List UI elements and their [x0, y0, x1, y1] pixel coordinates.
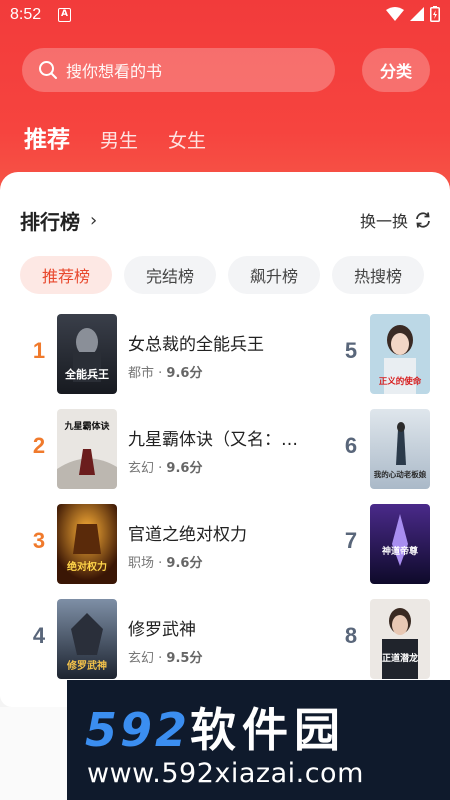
- book-cover[interactable]: 全能兵王: [57, 314, 117, 394]
- search-placeholder: 搜你想看的书: [66, 62, 163, 81]
- book-meta: 玄幻 · 9.6分: [128, 461, 203, 476]
- watermark-overlay: 592软件园 www.592xiazai.com: [67, 680, 450, 800]
- pill-finished[interactable]: 完结榜: [124, 256, 216, 294]
- book-title: 修罗武神: [128, 620, 196, 640]
- book-cover[interactable]: 我的心动老板娘: [370, 409, 430, 489]
- rank-number: 4: [32, 623, 46, 648]
- ranking-title[interactable]: 排行榜 ›: [20, 206, 97, 235]
- ranking-card: 排行榜 › 换一换 推荐榜 完结榜 飙升榜 热搜榜 1 全能兵王 女总裁的全能兵…: [0, 172, 450, 707]
- cover-title: 我的心动老板娘: [374, 469, 427, 479]
- top-tabs: 推荐 男生 女生: [24, 120, 236, 154]
- book-genre: 都市: [128, 366, 155, 381]
- book-row-1[interactable]: 1 全能兵王 女总裁的全能兵王 都市 · 9.6分 5 正义的使命: [0, 314, 450, 394]
- cover-title: 九星霸体诀: [63, 420, 110, 432]
- book-genre: 职场: [128, 556, 155, 571]
- status-bar: 8:52 A: [0, 0, 450, 30]
- rank-number: 6: [344, 433, 358, 458]
- book-cover[interactable]: 绝对权力: [57, 504, 117, 584]
- cover-title: 正义的使命: [379, 376, 422, 387]
- watermark-url: www.592xiazai.com: [87, 758, 364, 789]
- book-cover[interactable]: 神道帝尊: [370, 504, 430, 584]
- refresh-icon: [416, 212, 430, 228]
- pill-rising[interactable]: 飙升榜: [228, 256, 320, 294]
- battery-icon: [430, 6, 440, 22]
- book-score: 9.6分: [166, 556, 203, 571]
- book-title: 女总裁的全能兵王: [128, 335, 264, 355]
- book-genre: 玄幻: [128, 461, 155, 476]
- book-meta: 玄幻 · 9.5分: [128, 651, 203, 666]
- tab-male[interactable]: 男生: [100, 126, 138, 153]
- pill-recommend[interactable]: 推荐榜: [20, 256, 112, 294]
- search-icon: [39, 61, 57, 79]
- refresh-button[interactable]: 换一换: [360, 208, 432, 232]
- rank-number: 3: [32, 528, 46, 553]
- rank-number: 2: [32, 433, 46, 458]
- rank-number: 1: [32, 338, 46, 363]
- book-row-2[interactable]: 2 九星霸体诀 九星霸体诀（又名：… 玄幻 · 9.6分 6 我的心动老板娘: [0, 409, 450, 489]
- pill-hot-search[interactable]: 热搜榜: [332, 256, 424, 294]
- cover-title: 正道潜龙: [382, 652, 418, 664]
- book-score: 9.5分: [166, 651, 203, 666]
- book-meta: 都市 · 9.6分: [128, 366, 203, 381]
- status-time: 8:52: [10, 6, 42, 23]
- signal-icon: [410, 7, 424, 21]
- refresh-label: 换一换: [359, 212, 408, 231]
- book-score: 9.6分: [166, 461, 203, 476]
- wifi-icon: [386, 7, 404, 21]
- ranking-title-label: 排行榜: [20, 210, 80, 234]
- book-row-4[interactable]: 4 修罗武神 修罗武神 玄幻 · 9.5分 8 正道潜龙: [0, 599, 450, 679]
- cover-title: 全能兵王: [64, 367, 109, 381]
- book-row-3[interactable]: 3 绝对权力 官道之绝对权力 职场 · 9.6分 7 神道帝尊: [0, 504, 450, 584]
- chevron-right-icon: ›: [90, 210, 98, 231]
- book-cover[interactable]: 正义的使命: [370, 314, 430, 394]
- book-cover[interactable]: 九星霸体诀: [57, 409, 117, 489]
- category-button[interactable]: 分类: [362, 48, 430, 92]
- tab-female[interactable]: 女生: [168, 126, 206, 153]
- book-cover[interactable]: 正道潜龙: [370, 599, 430, 679]
- book-title: 九星霸体诀（又名：…: [128, 430, 298, 450]
- book-score: 9.6分: [166, 366, 203, 381]
- book-cover[interactable]: 修罗武神: [57, 599, 117, 679]
- notification-a-icon: A: [58, 8, 71, 22]
- rank-number: 5: [344, 338, 358, 363]
- watermark-logo: 592软件园: [85, 703, 347, 757]
- book-meta: 职场 · 9.6分: [128, 556, 203, 571]
- rank-number: 7: [344, 528, 358, 553]
- cover-title: 修罗武神: [66, 659, 107, 672]
- tab-recommend[interactable]: 推荐: [24, 120, 70, 154]
- book-title: 官道之绝对权力: [128, 525, 247, 545]
- search-input[interactable]: 搜你想看的书: [22, 48, 335, 92]
- book-genre: 玄幻: [128, 651, 155, 666]
- rank-number: 8: [344, 623, 358, 648]
- cover-title: 神道帝尊: [382, 545, 418, 557]
- ranking-pills: 推荐榜 完结榜 飙升榜 热搜榜: [20, 256, 424, 294]
- status-icons: [386, 6, 440, 22]
- cover-title: 绝对权力: [67, 560, 107, 573]
